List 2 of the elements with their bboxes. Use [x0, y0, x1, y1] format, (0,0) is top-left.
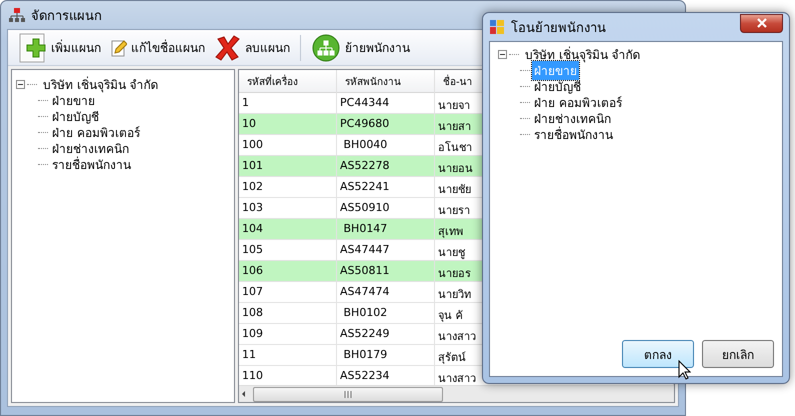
- dialog-title: โอนย้ายพนักงาน: [511, 19, 606, 38]
- window-title: จัดการแผนก: [31, 8, 102, 26]
